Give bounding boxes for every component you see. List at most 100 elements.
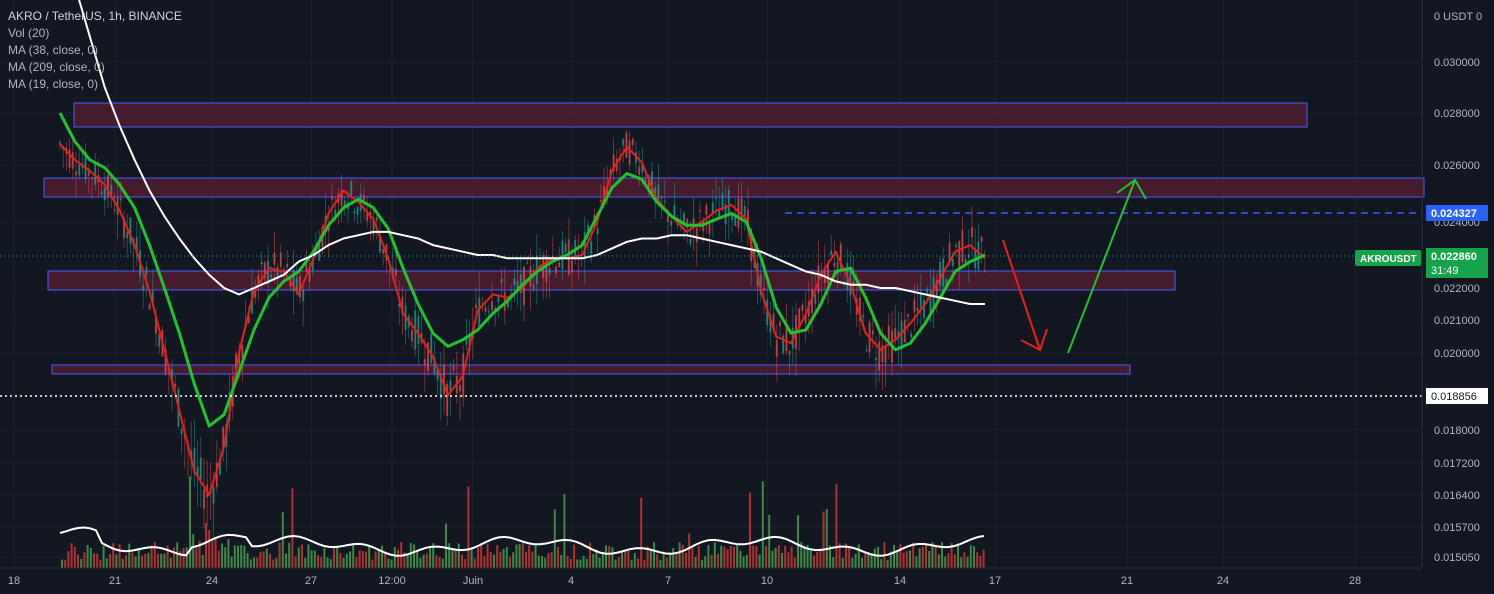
- chart-legend: AKRO / TetherUS, 1h, BINANCE Vol (20) MA…: [8, 8, 182, 93]
- indicator-ma209[interactable]: MA (209, close, 0): [8, 59, 182, 76]
- volume-bar: [870, 553, 873, 568]
- volume-bar: [115, 554, 118, 568]
- volume-bar: [61, 559, 63, 568]
- volume-bar: [803, 545, 806, 568]
- candle-body: [526, 262, 529, 264]
- volume-bar: [144, 553, 147, 568]
- price-zone[interactable]: [43, 177, 1425, 198]
- volume-bar: [781, 552, 783, 568]
- candle-body: [907, 314, 909, 317]
- candle-body: [145, 267, 148, 276]
- ma38-line[interactable]: [58, 112, 986, 428]
- volume-bar: [973, 546, 975, 568]
- candle-body: [283, 269, 285, 271]
- volume-bar: [128, 543, 131, 568]
- indicator-ma19[interactable]: MA (19, close, 0): [8, 76, 182, 93]
- volume-bar: [541, 556, 543, 568]
- ma209-line[interactable]: [60, 0, 985, 305]
- volume-bar: [576, 559, 579, 568]
- volume-bar: [512, 552, 515, 568]
- volume-bar: [256, 557, 259, 568]
- volume-bar: [944, 556, 947, 568]
- candle-body: [212, 487, 215, 504]
- volume-bar: [518, 543, 521, 568]
- green-arrow[interactable]: [1067, 179, 1136, 354]
- price-zone[interactable]: [73, 102, 1308, 128]
- volume-bar: [310, 550, 313, 568]
- volume-bar: [361, 551, 364, 568]
- candle-body: [459, 384, 461, 392]
- volume-bar: [707, 544, 710, 568]
- indicator-vol[interactable]: Vol (20): [8, 25, 182, 42]
- x-tick-label: 14: [894, 575, 906, 587]
- red-arrow[interactable]: [1002, 239, 1041, 351]
- volume-bar: [819, 550, 822, 568]
- volume-bar: [515, 544, 518, 568]
- volume-bar: [697, 545, 700, 568]
- volume-bar: [947, 553, 950, 568]
- candle-body: [743, 205, 746, 217]
- candle-body: [622, 139, 625, 146]
- volume-bar: [736, 545, 739, 568]
- volume-bar: [371, 559, 374, 568]
- candle-body: [983, 270, 986, 272]
- candle-body: [331, 196, 333, 200]
- x-tick-label: 10: [761, 575, 773, 587]
- price-zone[interactable]: [51, 364, 1131, 375]
- candle-body: [596, 228, 599, 235]
- volume-bar: [297, 547, 300, 568]
- candle-body: [375, 217, 378, 221]
- volume-bar: [633, 552, 636, 568]
- volume-bar: [774, 547, 777, 568]
- candle-body: [939, 262, 941, 286]
- volume-bar: [208, 530, 211, 568]
- candle-body: [350, 181, 353, 196]
- volume-bar: [499, 551, 502, 568]
- indicator-ma38[interactable]: MA (38, close, 0): [8, 42, 182, 59]
- volume-bar: [896, 550, 899, 568]
- volume-bar: [201, 554, 204, 568]
- volume-bar: [761, 481, 764, 568]
- price-chart[interactable]: 0 USDT 00.0300000.0280000.0260000.024000…: [0, 0, 1494, 594]
- volume-bar: [893, 544, 895, 568]
- volume-bar: [374, 551, 377, 568]
- volume-bar: [480, 543, 483, 568]
- volume-bar: [224, 547, 227, 568]
- volume-bar: [784, 545, 787, 568]
- volume-bar: [272, 559, 275, 568]
- volume-bar: [217, 550, 220, 568]
- volume-bar: [710, 554, 713, 568]
- volume-bar: [189, 476, 191, 568]
- candle-body: [129, 217, 132, 245]
- x-tick-label: 12:00: [378, 575, 406, 587]
- volume-bar: [137, 548, 140, 568]
- volume-bar: [525, 551, 527, 568]
- volume-bar: [886, 559, 889, 568]
- candle-body: [862, 314, 865, 318]
- volume-bar: [464, 558, 467, 568]
- volume-bar: [246, 553, 249, 568]
- volume-bar: [681, 544, 684, 568]
- volume-bar: [832, 557, 835, 568]
- volume-bar: [131, 552, 134, 568]
- volume-bar: [147, 552, 150, 568]
- candle-body: [887, 325, 890, 340]
- candle-body: [660, 197, 663, 199]
- volume-bar: [99, 559, 102, 568]
- candle-body: [302, 289, 305, 302]
- volume-bar: [685, 552, 687, 568]
- volume-bar: [355, 557, 358, 568]
- volume-bar: [237, 545, 239, 568]
- volume-bar: [477, 547, 479, 568]
- volume-bar: [73, 546, 76, 568]
- chart-title: AKRO / TetherUS, 1h, BINANCE: [8, 9, 182, 23]
- candle-body: [273, 252, 276, 265]
- candle-body: [203, 489, 205, 509]
- volume-bar: [726, 549, 729, 568]
- volume-bar: [390, 559, 393, 568]
- volume-bar: [262, 551, 265, 568]
- candle-body: [695, 227, 698, 243]
- volume-bar: [294, 556, 297, 568]
- candle-body: [801, 304, 804, 311]
- volume-bar: [717, 553, 719, 568]
